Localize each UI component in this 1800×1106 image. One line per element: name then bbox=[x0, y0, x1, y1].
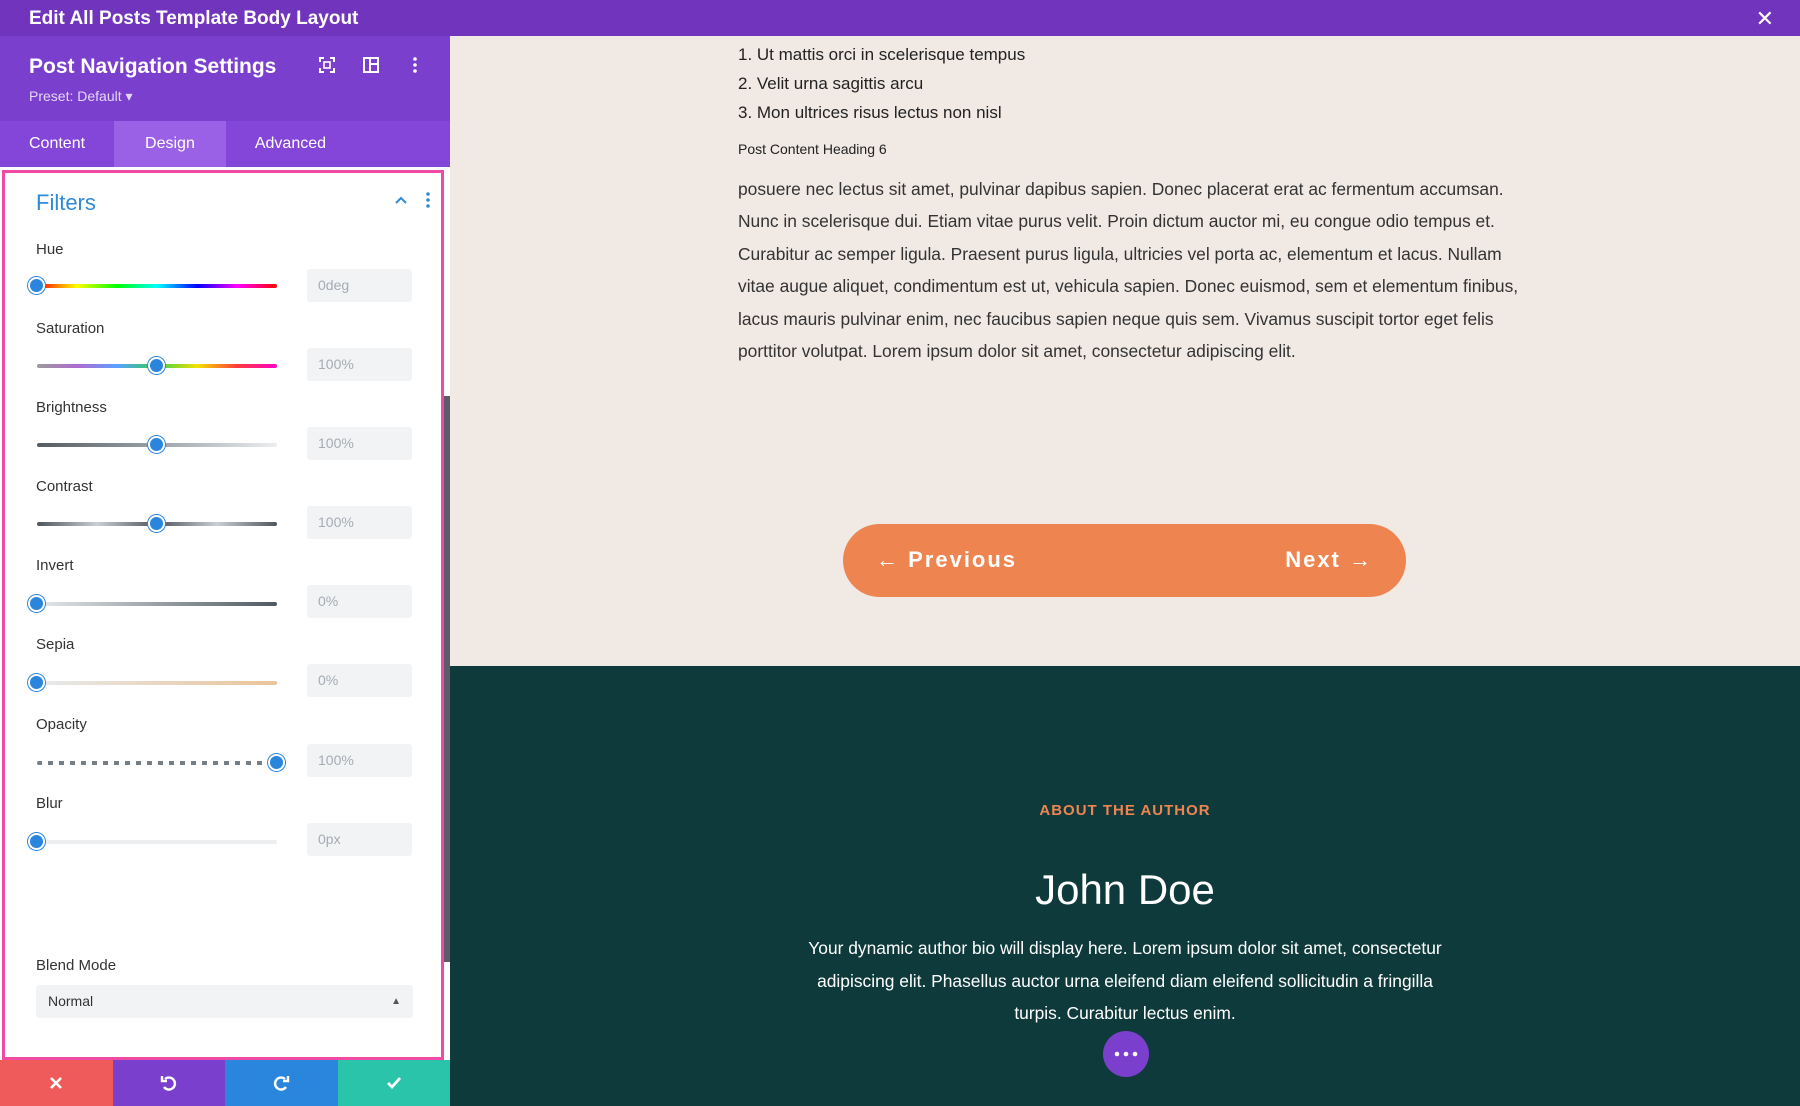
blur-input[interactable] bbox=[307, 823, 412, 856]
group-title: Filters bbox=[36, 190, 96, 215]
brightness-input[interactable] bbox=[307, 427, 412, 460]
panel-header: Post Navigation Settings Preset: Default… bbox=[0, 36, 450, 121]
blend-mode-select[interactable]: Normal ▲ bbox=[36, 985, 413, 1018]
blend-mode-value: Normal bbox=[48, 993, 94, 1009]
contrast-slider-knob[interactable] bbox=[148, 515, 165, 532]
tab-advanced[interactable]: Advanced bbox=[226, 121, 355, 167]
close-icon bbox=[50, 1077, 63, 1089]
invert-input[interactable] bbox=[307, 585, 412, 618]
next-link[interactable]: Next → bbox=[1285, 547, 1373, 573]
filters-group: Filters Hue Saturation Brightness Contra… bbox=[2, 170, 444, 1060]
close-icon[interactable]: ✕ bbox=[1756, 6, 1774, 32]
sepia-input[interactable] bbox=[307, 664, 412, 697]
fullscreen-icon[interactable] bbox=[318, 56, 336, 74]
section-options-button[interactable] bbox=[1103, 1031, 1149, 1077]
redo-button[interactable] bbox=[225, 1060, 338, 1106]
check-icon bbox=[386, 1077, 401, 1090]
builder-title: Edit All Posts Template Body Layout bbox=[29, 8, 359, 29]
discard-button[interactable] bbox=[0, 1060, 113, 1106]
sepia-label: Sepia bbox=[36, 636, 75, 653]
author-name: John Doe bbox=[1035, 866, 1215, 913]
more-options-icon[interactable] bbox=[406, 56, 424, 74]
author-section: ABOUT THE AUTHOR John Doe Your dynamic a… bbox=[450, 666, 1800, 1106]
panel-actions bbox=[0, 1060, 450, 1106]
select-arrows-icon: ▲ bbox=[391, 996, 401, 1007]
hue-slider-knob[interactable] bbox=[28, 277, 45, 294]
about-author-label: ABOUT THE AUTHOR bbox=[1039, 802, 1211, 819]
post-heading-6: Post Content Heading 6 bbox=[738, 141, 887, 157]
post-paragraph: posuere nec lectus sit amet, pulvinar da… bbox=[738, 179, 1519, 362]
sepia-slider-knob[interactable] bbox=[28, 674, 45, 691]
post-navigation: ← Previous Next → bbox=[843, 524, 1406, 597]
settings-tabs: Content Design Advanced bbox=[0, 121, 450, 167]
invert-slider-knob[interactable] bbox=[28, 595, 45, 612]
split-view-icon[interactable] bbox=[362, 56, 380, 74]
opacity-input[interactable] bbox=[307, 744, 412, 777]
chevron-up-icon[interactable] bbox=[392, 191, 410, 209]
undo-button[interactable] bbox=[112, 1060, 225, 1106]
saturation-input[interactable] bbox=[307, 348, 412, 381]
tab-content[interactable]: Content bbox=[0, 121, 114, 167]
saturation-label: Saturation bbox=[36, 320, 105, 337]
brightness-label: Brightness bbox=[36, 399, 107, 416]
hue-slider[interactable] bbox=[37, 284, 277, 288]
invert-slider[interactable] bbox=[37, 602, 277, 606]
sepia-slider[interactable] bbox=[37, 681, 277, 685]
preset-dropdown[interactable]: Preset: Default ▾ bbox=[29, 88, 133, 105]
contrast-label: Contrast bbox=[36, 478, 93, 495]
list-item: 1. Ut mattis orci in scelerisque tempus bbox=[738, 45, 1026, 64]
undo-icon bbox=[160, 1076, 176, 1091]
contrast-input[interactable] bbox=[307, 506, 412, 539]
group-options-icon[interactable] bbox=[423, 189, 433, 211]
hue-label: Hue bbox=[36, 241, 64, 258]
invert-label: Invert bbox=[36, 557, 74, 574]
post-content-section: 1. Ut mattis orci in scelerisque tempus … bbox=[450, 36, 1800, 666]
hue-input[interactable] bbox=[307, 269, 412, 302]
saturation-slider-knob[interactable] bbox=[148, 357, 165, 374]
opacity-label: Opacity bbox=[36, 716, 87, 733]
blend-mode-label: Blend Mode bbox=[36, 957, 117, 974]
more-dots-icon bbox=[1114, 1051, 1138, 1057]
builder-topbar: Edit All Posts Template Body Layout ✕ bbox=[0, 0, 1800, 36]
list-item: 3. Mon ultrices risus lectus non nisl bbox=[738, 103, 1002, 122]
redo-icon bbox=[274, 1076, 290, 1091]
list-item: 2. Velit urna sagittis arcu bbox=[738, 74, 924, 93]
opacity-slider-knob[interactable] bbox=[268, 754, 285, 771]
settings-panel: Post Navigation Settings Preset: Default… bbox=[0, 36, 450, 1106]
blur-label: Blur bbox=[36, 795, 63, 812]
blur-slider[interactable] bbox=[37, 840, 277, 844]
tab-design[interactable]: Design bbox=[114, 121, 226, 167]
save-button[interactable] bbox=[337, 1060, 450, 1106]
previous-link[interactable]: ← Previous bbox=[876, 547, 1017, 573]
brightness-slider-knob[interactable] bbox=[148, 436, 165, 453]
opacity-slider[interactable] bbox=[37, 761, 277, 765]
blur-slider-knob[interactable] bbox=[28, 833, 45, 850]
ordered-list: 1. Ut mattis orci in scelerisque tempus … bbox=[738, 40, 1025, 127]
author-bio: Your dynamic author bio will display her… bbox=[808, 938, 1442, 1023]
panel-title: Post Navigation Settings bbox=[29, 55, 277, 78]
